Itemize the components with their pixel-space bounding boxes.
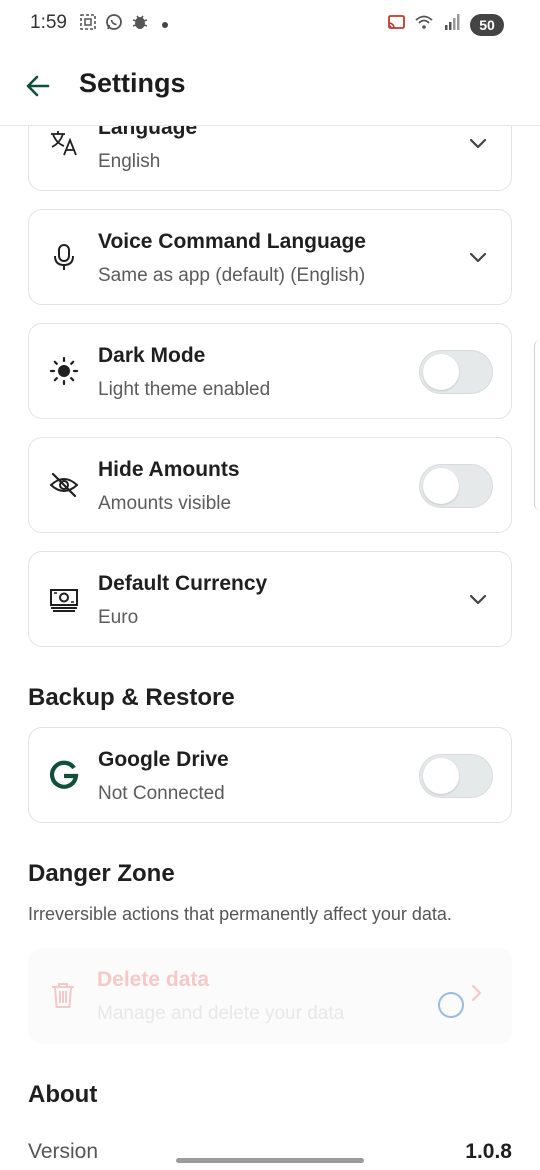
google-drive-toggle[interactable] xyxy=(419,754,493,798)
voice-command-language-setting[interactable]: Voice Command Language Same as app (defa… xyxy=(28,209,512,305)
google-drive-value: Not Connected xyxy=(98,783,225,804)
backup-section-title: Backup & Restore xyxy=(28,684,235,711)
dark-mode-title: Dark Mode xyxy=(98,344,206,367)
translate-icon xyxy=(47,126,81,160)
wifi-icon xyxy=(414,12,434,37)
chevron-right-icon xyxy=(471,984,482,1002)
voice-command-value: Same as app (default) (English) xyxy=(98,265,366,286)
whatsapp-icon xyxy=(104,12,124,37)
dark-mode-toggle[interactable] xyxy=(419,350,493,394)
default-currency-setting[interactable]: Default Currency Euro xyxy=(28,551,512,647)
settings-screen: 1:59 50 Settings Language English Voice … xyxy=(0,0,540,1170)
arrow-back-icon xyxy=(26,75,50,97)
hide-amounts-value: Amounts visible xyxy=(98,493,232,514)
hide-amounts-setting: Hide Amounts Amounts visible xyxy=(28,437,512,533)
default-currency-title: Default Currency xyxy=(98,572,268,595)
edge-panel-handle[interactable] xyxy=(534,340,540,510)
voice-command-title: Voice Command Language xyxy=(98,230,366,253)
chevron-down-icon xyxy=(469,252,487,263)
banknote-icon xyxy=(47,582,81,616)
version-label: Version xyxy=(28,1140,99,1163)
toggle-knob xyxy=(423,758,459,794)
google-icon xyxy=(47,758,81,792)
notification-dot-icon xyxy=(162,21,168,28)
delete-data-title: Delete data xyxy=(97,968,210,991)
cast-icon xyxy=(386,12,406,37)
delete-data-value: Manage and delete your data xyxy=(97,1003,345,1024)
settings-content[interactable]: Language English Voice Command Language … xyxy=(0,126,540,1170)
page-title: Settings xyxy=(79,68,186,98)
language-setting[interactable]: Language English xyxy=(28,126,512,191)
google-drive-setting: Google Drive Not Connected xyxy=(28,727,512,823)
eye-off-icon xyxy=(47,468,81,502)
battery-indicator: 50 xyxy=(470,13,504,36)
microphone-icon xyxy=(47,240,81,274)
sun-icon xyxy=(47,354,81,388)
toggle-knob xyxy=(423,354,459,390)
hide-amounts-toggle[interactable] xyxy=(419,464,493,508)
danger-section-description: Irreversible actions that permanently af… xyxy=(28,904,452,924)
toggle-knob xyxy=(423,468,459,504)
hide-amounts-title: Hide Amounts xyxy=(98,458,240,481)
loading-spinner-icon xyxy=(438,992,464,1018)
screenshot-icon xyxy=(78,12,98,37)
google-drive-title: Google Drive xyxy=(98,748,229,771)
status-bar: 1:59 50 xyxy=(0,0,540,48)
chevron-down-icon xyxy=(469,594,487,605)
bug-icon xyxy=(130,12,150,37)
danger-section-title: Danger Zone xyxy=(28,860,175,887)
status-time: 1:59 xyxy=(30,12,67,33)
trash-icon xyxy=(46,978,80,1012)
gesture-nav-handle[interactable] xyxy=(176,1158,364,1163)
delete-data-setting[interactable]: Delete data Manage and delete your data xyxy=(28,948,512,1044)
back-button[interactable] xyxy=(18,66,58,106)
signal-icon xyxy=(442,12,462,37)
chevron-down-icon xyxy=(469,138,487,149)
dark-mode-setting: Dark Mode Light theme enabled xyxy=(28,323,512,419)
version-value: 1.0.8 xyxy=(465,1140,512,1163)
default-currency-value: Euro xyxy=(98,607,139,628)
about-section-title: About xyxy=(28,1081,98,1108)
language-value: English xyxy=(98,151,161,172)
language-title: Language xyxy=(98,126,198,139)
version-row: Version 1.0.8 xyxy=(28,1134,512,1170)
dark-mode-value: Light theme enabled xyxy=(98,379,271,400)
app-bar: Settings xyxy=(0,48,540,126)
